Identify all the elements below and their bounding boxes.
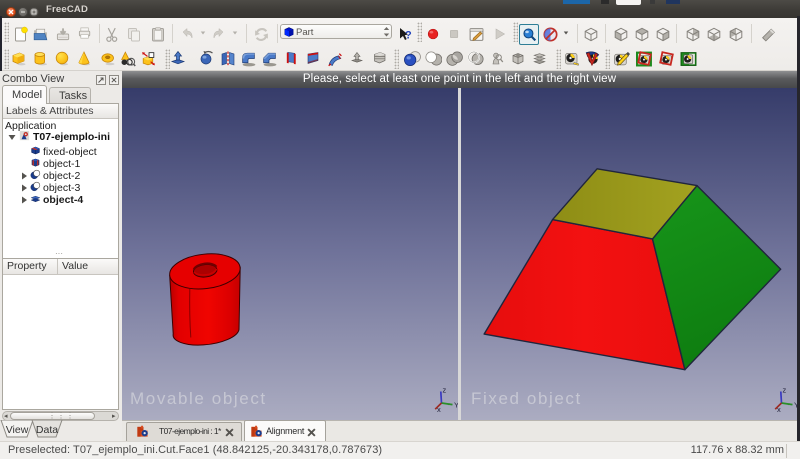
svg-text:View: View	[6, 424, 29, 436]
svg-text:Fixed object: Fixed object	[471, 389, 582, 408]
svg-text:Movable object: Movable object	[130, 389, 267, 408]
svg-text:Data: Data	[36, 424, 58, 436]
svg-text:Y: Y	[454, 401, 458, 410]
svg-text:x: x	[437, 405, 441, 413]
svg-text:z: z	[783, 387, 787, 395]
svg-text:?: ?	[405, 30, 412, 42]
svg-text:x: x	[777, 405, 781, 413]
svg-text:z: z	[443, 387, 447, 395]
